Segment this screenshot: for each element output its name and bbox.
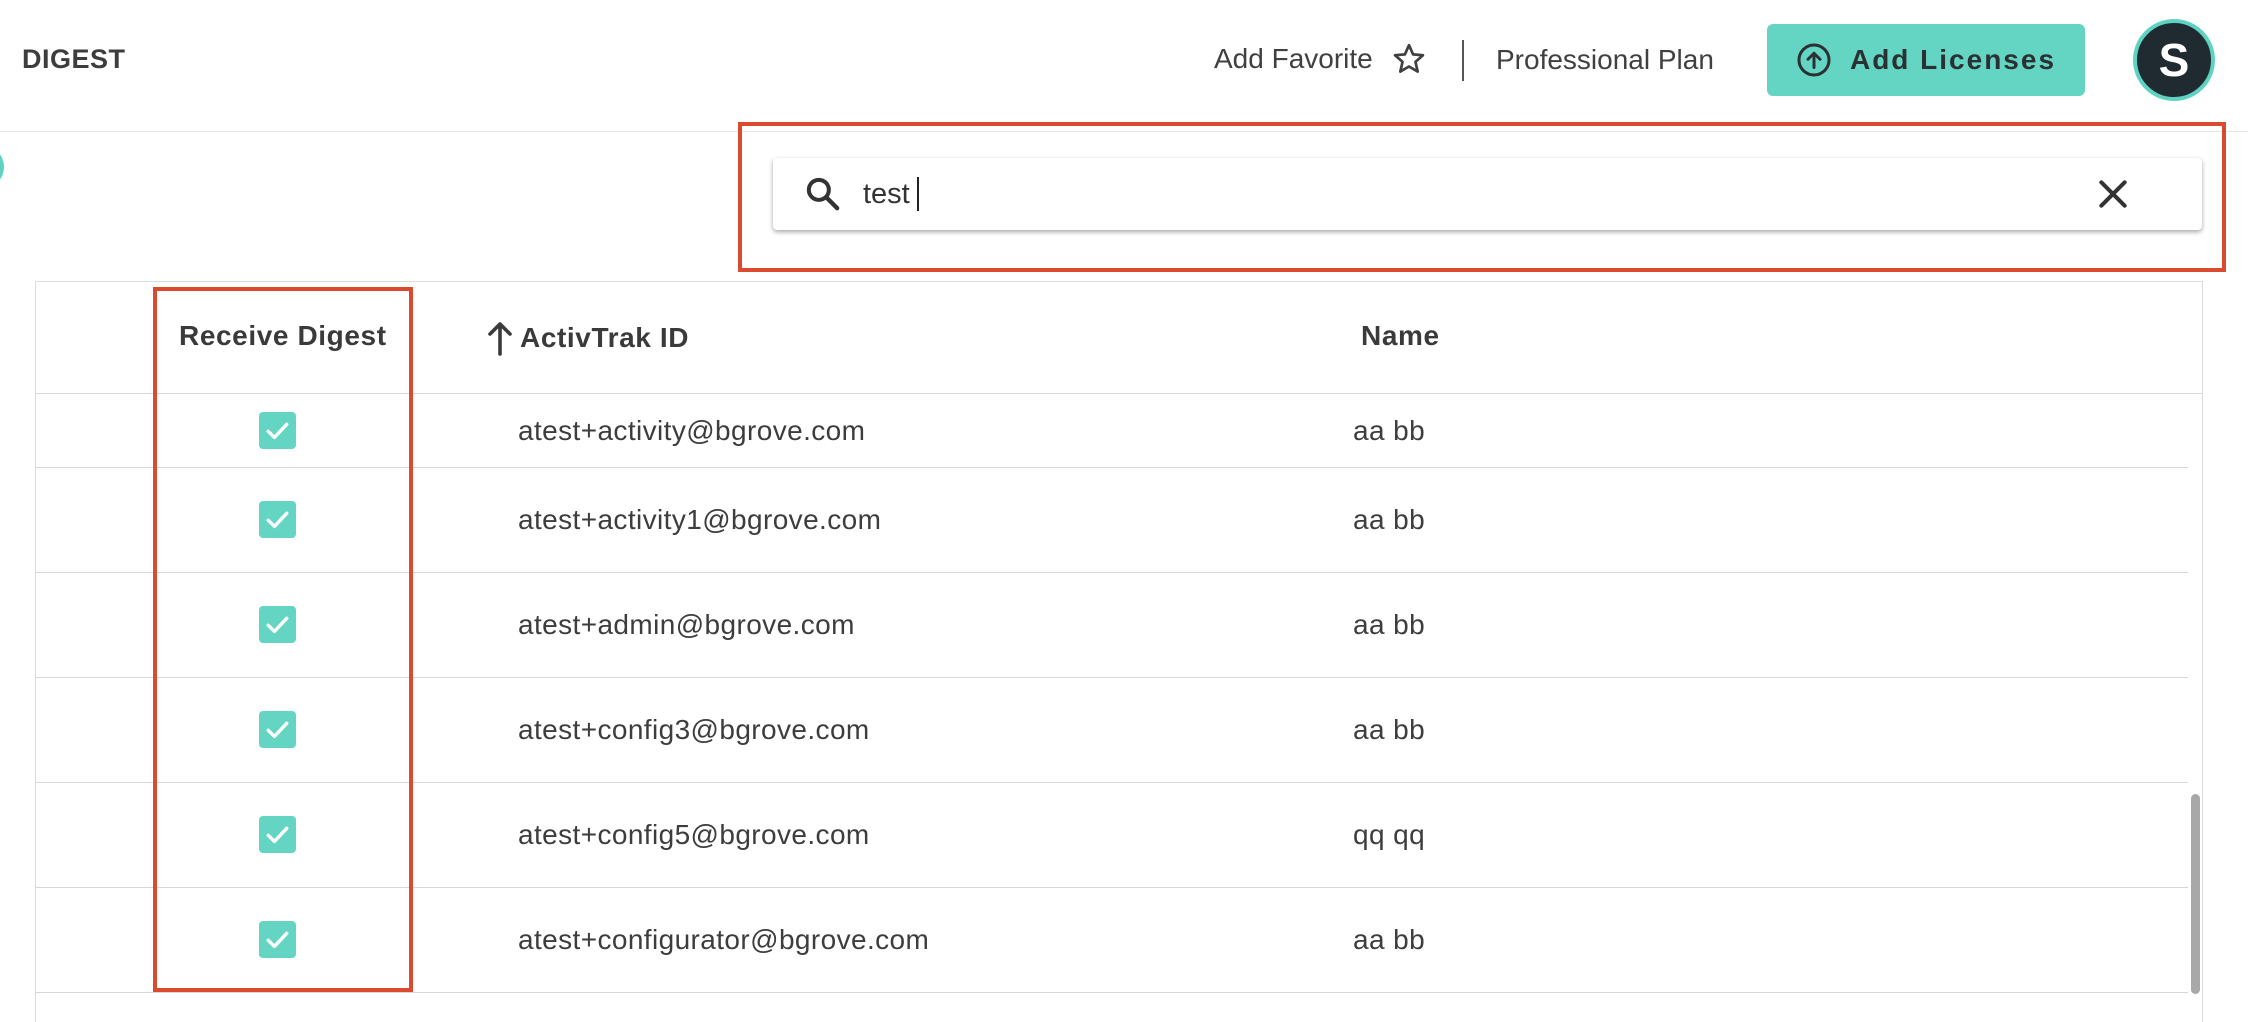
cell-name: aa bb [1353,504,1426,535]
avatar[interactable]: S [2133,19,2215,101]
table-body: atest+activity@bgrove.com aa bb atest+acti… [36,394,2188,993]
scrollbar-thumb[interactable] [2191,794,2200,994]
checkmark-icon [266,422,289,440]
column-header-activtrak-id-label: ActivTrak ID [520,322,690,353]
digest-table: Receive Digest ActivTrak ID Name atest+a… [35,281,2203,1022]
cell-name: aa bb [1353,924,1426,955]
table-row[interactable]: atest+activity@bgrove.com aa bb [36,394,2188,468]
receive-digest-checkbox[interactable] [259,606,296,643]
vertical-scrollbar[interactable] [2188,394,2202,1022]
table-row[interactable]: atest+config3@bgrove.com aa bb [36,678,2188,783]
cell-name: aa bb [1353,609,1426,640]
add-favorite-button[interactable]: Add Favorite [1214,38,1427,80]
arrow-up-circle-icon [1797,43,1831,77]
receive-digest-checkbox[interactable] [259,711,296,748]
text-caret [917,177,919,211]
checkmark-icon [266,931,289,949]
cell-activtrak-id: atest+activity1@bgrove.com [518,504,882,535]
cell-activtrak-id: atest+configurator@bgrove.com [518,924,930,955]
add-licenses-button[interactable]: Add Licenses [1767,24,2085,96]
cell-activtrak-id: atest+admin@bgrove.com [518,609,855,640]
add-favorite-label: Add Favorite [1214,43,1373,74]
receive-digest-checkbox[interactable] [259,921,296,958]
header-divider [1462,40,1464,81]
cell-name: aa bb [1353,714,1426,745]
table-row[interactable]: atest+activity1@bgrove.com aa bb [36,468,2188,573]
add-licenses-label: Add Licenses [1849,44,2057,75]
receive-digest-checkbox[interactable] [259,412,296,449]
table-row[interactable]: atest+admin@bgrove.com aa bb [36,573,2188,678]
search-input[interactable] [863,170,2063,218]
cell-name: qq qq [1353,819,1426,850]
column-header-name[interactable]: Name [1361,320,1440,352]
checkmark-icon [266,826,289,844]
receive-digest-checkbox[interactable] [259,501,296,538]
checkmark-icon [266,511,289,529]
table-row[interactable]: atest+config5@bgrove.com qq qq [36,783,2188,888]
side-panel-toggle[interactable] [0,145,4,189]
receive-digest-checkbox[interactable] [259,816,296,853]
search-bar [773,158,2202,230]
close-icon[interactable] [2093,174,2133,214]
column-header-receive-digest[interactable]: Receive Digest [179,320,387,352]
cell-name: aa bb [1353,415,1426,446]
table-header: Receive Digest ActivTrak ID Name [36,282,2202,394]
sort-arrow-up-icon [488,322,512,356]
checkmark-icon [266,721,289,739]
checkmark-icon [266,616,289,634]
page-title: DIGEST [22,44,126,74]
plan-label[interactable]: Professional Plan [1496,44,1714,76]
table-row[interactable]: atest+configurator@bgrove.com aa bb [36,888,2188,993]
search-icon [806,177,840,211]
top-header: DIGEST Add Favorite Professional Plan Ad… [0,0,2248,132]
cell-activtrak-id: atest+config5@bgrove.com [518,819,870,850]
column-header-activtrak-id[interactable]: ActivTrak ID [486,320,689,356]
star-icon [1393,43,1425,73]
cell-activtrak-id: atest+config3@bgrove.com [518,714,870,745]
cell-activtrak-id: atest+activity@bgrove.com [518,415,866,446]
